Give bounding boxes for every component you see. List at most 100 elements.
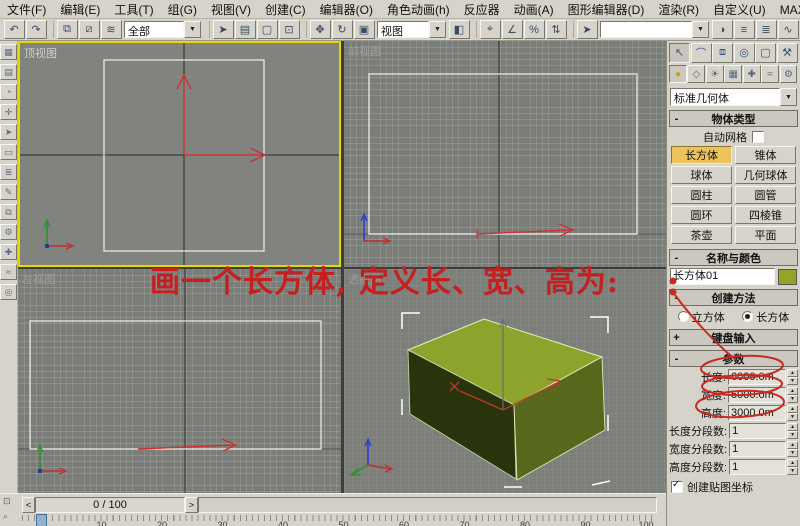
menu-item-0[interactable]: 文件(F) [0, 0, 53, 19]
param-value-input[interactable]: 5000.0m [728, 387, 786, 403]
tab-objects-icon[interactable]: ▦ [0, 44, 17, 60]
shapes-category[interactable]: ◇ [687, 65, 706, 83]
tab-pointer-icon[interactable]: ➤ [0, 124, 17, 140]
unlink-selection-icon[interactable]: ⧄ [78, 20, 100, 39]
menu-item-10[interactable]: 图形编辑器(D) [561, 0, 652, 19]
tab-pencil-icon[interactable]: ✎ [0, 184, 17, 200]
param-value-input[interactable]: 1 [729, 441, 787, 457]
window-crossing-icon[interactable]: ⊡ [278, 20, 300, 39]
spinner-down-icon[interactable]: ▼ [787, 449, 798, 457]
menu-item-11[interactable]: 渲染(R) [651, 0, 706, 19]
menu-item-6[interactable]: 编辑器(O) [313, 0, 380, 19]
object-type-圆环[interactable]: 圆环 [671, 206, 732, 224]
tab-layers-icon[interactable]: ≣ [0, 164, 17, 180]
viewport-left[interactable]: 左视图 [18, 269, 341, 493]
mirror-icon[interactable]: ◑ [711, 20, 733, 39]
autogrid-checkbox[interactable] [752, 130, 764, 143]
spinner-down-icon[interactable]: ▼ [787, 377, 798, 385]
object-type-锥体[interactable]: 锥体 [735, 146, 796, 164]
angle-snap-icon[interactable]: ∠ [501, 20, 523, 39]
curve-editor-icon[interactable]: ∿ [777, 20, 799, 39]
spinner[interactable]: ▲ ▼ [787, 441, 798, 457]
tab-page-icon[interactable]: ▤ [0, 64, 17, 80]
spinner-up-icon[interactable]: ▲ [787, 405, 798, 413]
select-and-rotate-icon[interactable]: ↻ [331, 20, 353, 39]
modify-tab[interactable]: ⌒ [690, 42, 712, 63]
spinner-down-icon[interactable]: ▼ [787, 431, 798, 439]
spinner-up-icon[interactable]: ▲ [787, 459, 798, 467]
spinner[interactable]: ▲ ▼ [787, 459, 798, 475]
viewport-left-label[interactable]: 左视图 [22, 271, 55, 287]
spinner-up-icon[interactable]: ▲ [787, 441, 798, 449]
time-slider-track[interactable] [198, 497, 657, 513]
spinner-snap-icon[interactable]: ⇅ [545, 20, 567, 39]
geometry-category[interactable]: ● [669, 65, 687, 83]
lock-selection-icon[interactable]: ⊡ [3, 496, 11, 507]
hierarchy-tab[interactable]: ⧈ [712, 42, 733, 63]
creation-method-长方体[interactable]: 长方体 [742, 309, 789, 325]
tab-axis-icon[interactable]: ✛ [0, 104, 17, 120]
selection-filter-dropdown[interactable]: 全部 ▼ [124, 21, 201, 38]
chevron-down-icon[interactable]: ▼ [692, 21, 709, 38]
tab-circle-icon[interactable]: ◔ [0, 84, 17, 100]
rollout-keyboard-entry[interactable]: + 键盘输入 [669, 329, 798, 346]
spinner[interactable]: ▲ ▼ [787, 369, 798, 385]
tab-gear-icon[interactable]: ⚙ [0, 224, 17, 240]
snap-toggle-3d-icon[interactable]: ⌖ [479, 20, 501, 39]
object-type-茶壶[interactable]: 茶壶 [671, 226, 732, 244]
creation-method-立方体[interactable]: 立方体 [677, 309, 725, 325]
rollout-parameters[interactable]: - 参数 [669, 350, 798, 367]
reference-coordinate-dropdown[interactable]: 视图 ▼ [377, 21, 446, 38]
viewport-top[interactable]: 顶视图 [18, 41, 341, 267]
object-type-四棱锥[interactable]: 四棱锥 [735, 206, 796, 224]
spinner-up-icon[interactable]: ▲ [787, 423, 798, 431]
param-value-input[interactable]: 1 [729, 423, 787, 439]
align-icon[interactable]: ≡ [733, 20, 755, 39]
menu-item-4[interactable]: 视图(V) [204, 0, 258, 19]
menu-item-9[interactable]: 动画(A) [507, 0, 561, 19]
keyboard-override-icon[interactable]: ➤ [576, 20, 598, 39]
rollout-creation-method[interactable]: - 创建方法 [669, 289, 798, 306]
mapping-coords-checkbox[interactable] [671, 479, 683, 493]
spinner-up-icon[interactable]: ▲ [787, 387, 798, 395]
lights-category[interactable]: ☀ [705, 65, 724, 83]
viewport-perspective[interactable]: 透视图 [344, 269, 666, 493]
cameras-category[interactable]: ▦ [724, 65, 743, 83]
frame-display[interactable]: 0 / 100 [35, 497, 185, 513]
viewport-front-label[interactable]: 前视图 [348, 43, 381, 59]
spinner-up-icon[interactable]: ▲ [787, 369, 798, 377]
param-value-input[interactable]: 1 [729, 459, 787, 475]
object-type-长方体[interactable]: 长方体 [671, 146, 732, 164]
tab-link-icon[interactable]: ⧉ [0, 204, 17, 220]
rollout-name-color[interactable]: - 名称与颜色 [669, 249, 798, 266]
tab-wave-icon[interactable]: ≈ [0, 264, 17, 280]
menu-item-5[interactable]: 创建(C) [258, 0, 313, 19]
tab-plus-icon[interactable]: ✚ [0, 244, 17, 260]
rectangular-selection-region-icon[interactable]: ▢ [256, 20, 278, 39]
display-tab[interactable]: ▢ [755, 42, 776, 63]
viewport-front[interactable]: 前视图 [344, 41, 666, 267]
select-by-name-icon[interactable]: ▤ [234, 20, 256, 39]
select-and-move-icon[interactable]: ✥ [309, 20, 331, 39]
percent-snap-icon[interactable]: % [523, 20, 545, 39]
param-value-input[interactable]: 3000.0m [728, 405, 786, 421]
param-value-input[interactable]: 6000.0m [728, 369, 786, 385]
menu-item-12[interactable]: 自定义(U) [706, 0, 773, 19]
select-and-link-icon[interactable]: ⧉ [56, 20, 78, 39]
use-pivot-point-center-icon[interactable]: ◧ [448, 20, 470, 39]
utilities-tab[interactable]: ⚒ [776, 42, 798, 63]
track-bar[interactable]: 10 20 30 40 50 60 70 80 90 100 [22, 514, 657, 526]
spinner[interactable]: ▲ ▼ [787, 423, 798, 439]
spinner[interactable]: ▲ ▼ [787, 405, 798, 421]
named-selection-sets-dropdown[interactable]: ▼ [600, 21, 709, 38]
object-type-圆管[interactable]: 圆管 [735, 186, 796, 204]
menu-item-1[interactable]: 编辑(E) [53, 0, 107, 19]
object-name-input[interactable]: 长方体01 [670, 268, 775, 285]
tab-motion-icon[interactable]: ◎ [0, 284, 17, 300]
create-tab[interactable]: ↖ [669, 42, 690, 63]
object-type-平面[interactable]: 平面 [735, 226, 796, 244]
viewport-top-label[interactable]: 顶视图 [24, 45, 57, 61]
layer-manager-icon[interactable]: ≣ [755, 20, 777, 39]
spinner-down-icon[interactable]: ▼ [787, 413, 798, 421]
tab-display-icon[interactable]: ▭ [0, 144, 17, 160]
